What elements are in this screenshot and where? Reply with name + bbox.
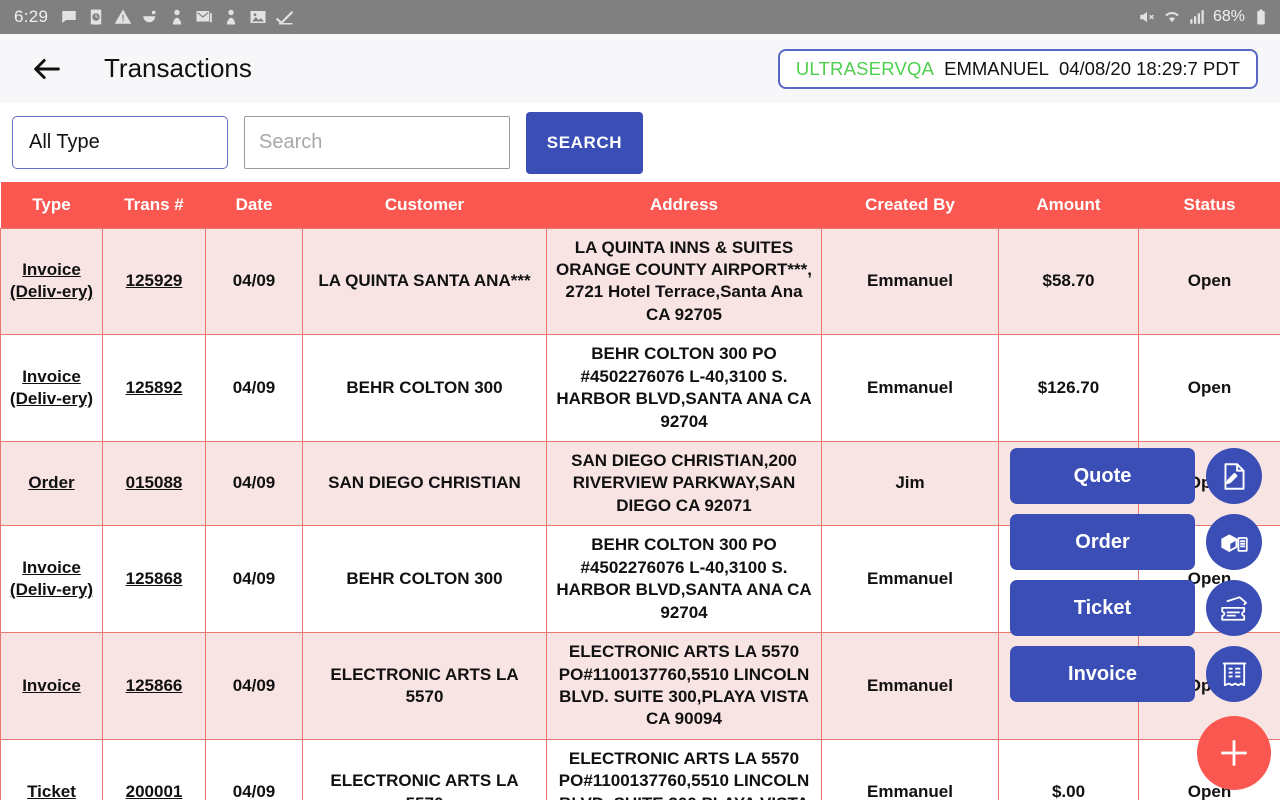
cell-created-by: Emmanuel <box>821 525 999 634</box>
cell-trans[interactable]: 125868 <box>126 569 183 588</box>
wifi-icon <box>1165 12 1179 23</box>
fab-label-ticket[interactable]: Ticket <box>1010 580 1195 636</box>
cell-customer: ELECTRONIC ARTS LA 5570 <box>302 738 547 800</box>
android-status-bar: 6:29 68% <box>0 0 1280 34</box>
column-header-customer[interactable]: Customer <box>302 182 547 228</box>
column-header-trans[interactable]: Trans # <box>102 182 206 228</box>
column-header-date[interactable]: Date <box>205 182 303 228</box>
document-pen-icon[interactable] <box>1206 448 1262 504</box>
cell-address: ELECTRONIC ARTS LA 5570 PO#1100137760,55… <box>546 632 822 740</box>
session-badge[interactable]: ULTRASERVQA EMMANUEL 04/08/20 18:29:7 PD… <box>777 48 1258 89</box>
cell-created-by: Jim <box>821 440 999 527</box>
cell-type[interactable]: Order <box>28 473 74 492</box>
cell-customer: LA QUINTA SANTA ANA*** <box>302 227 547 336</box>
cell-created-by: Emmanuel <box>821 227 999 336</box>
type-filter-value: All Type <box>29 131 100 153</box>
cell-amount: $126.70 <box>998 334 1139 442</box>
cell-trans[interactable]: 125866 <box>126 676 183 695</box>
app-bar: Transactions ULTRASERVQA EMMANUEL 04/08/… <box>0 34 1280 103</box>
cell-date: 04/09 <box>205 632 303 740</box>
cell-address: BEHR COLTON 300 PO #4502276076 L-40,3100… <box>546 334 822 442</box>
cell-status: Open <box>1138 227 1280 336</box>
cell-type[interactable]: Invoice (Deliv-ery) <box>10 367 93 408</box>
fab-item-quote[interactable]: Quote <box>1010 448 1262 504</box>
table-header: Type Trans # Date Customer Address Creat… <box>0 182 1280 228</box>
cell-date: 04/09 <box>205 525 303 634</box>
cell-amount: $58.70 <box>998 227 1139 336</box>
cell-type[interactable]: Invoice <box>22 676 81 695</box>
cell-date: 04/09 <box>205 227 303 336</box>
cell-date: 04/09 <box>205 738 303 800</box>
column-header-created-by[interactable]: Created By <box>821 182 999 228</box>
fab-item-order[interactable]: Order <box>1010 514 1262 570</box>
table-header-row: Type Trans # Date Customer Address Creat… <box>0 182 1280 228</box>
type-filter-select[interactable]: All Type <box>12 116 228 169</box>
cell-address: BEHR COLTON 300 PO #4502276076 L-40,3100… <box>546 525 822 634</box>
fab-item-invoice[interactable]: Invoice <box>1010 646 1262 702</box>
column-header-type[interactable]: Type <box>0 182 103 228</box>
cell-created-by: Emmanuel <box>821 334 999 442</box>
cell-customer: BEHR COLTON 300 <box>302 525 547 634</box>
warning-icon <box>115 9 132 24</box>
cell-address: LA QUINTA INNS & SUITES ORANGE COUNTY AI… <box>546 227 822 336</box>
cell-trans[interactable]: 125892 <box>126 378 183 397</box>
session-company: ULTRASERVQA <box>795 57 935 79</box>
boxes-icon[interactable] <box>1206 514 1262 570</box>
status-notification-icons <box>60 8 294 26</box>
cell-trans[interactable]: 015088 <box>126 473 183 492</box>
cell-address: SAN DIEGO CHRISTIAN,200 RIVERVIEW PARKWA… <box>546 440 822 527</box>
cell-status: Open <box>1138 334 1280 442</box>
cell-type[interactable]: Ticket <box>27 782 76 800</box>
cell-customer: BEHR COLTON 300 <box>302 334 547 442</box>
message-icon <box>62 11 77 23</box>
session-timestamp: 04/08/20 18:29:7 PDT <box>1058 57 1240 79</box>
app-root: 6:29 68% Transactions ULTRASERVQA EMMANU… <box>0 0 1280 800</box>
battery-icon <box>1257 9 1265 25</box>
cell-customer: SAN DIEGO CHRISTIAN <box>302 440 547 527</box>
cell-type[interactable]: Invoice (Deliv-ery) <box>10 558 93 599</box>
contact-icon <box>227 9 236 25</box>
alarm-icon <box>91 9 102 25</box>
signal-icon <box>1190 10 1204 24</box>
cell-type[interactable]: Invoice (Deliv-ery) <box>10 260 93 301</box>
mail-icon <box>196 11 213 23</box>
session-user: EMMANUEL <box>944 57 1049 79</box>
contact-icon <box>173 9 182 25</box>
fab-speed-dial: Quote Order Ticket Invoice <box>1010 448 1271 790</box>
receipt-icon[interactable] <box>1206 646 1262 702</box>
transactions-table-container: Type Trans # Date Customer Address Creat… <box>0 182 1280 800</box>
mute-icon <box>1140 11 1154 23</box>
add-transaction-fab[interactable] <box>1197 716 1271 790</box>
food-icon <box>143 10 156 23</box>
column-header-address[interactable]: Address <box>546 182 822 228</box>
back-arrow-icon[interactable] <box>30 52 64 86</box>
fab-label-order[interactable]: Order <box>1010 514 1195 570</box>
cell-address: ELECTRONIC ARTS LA 5570 PO#1100137760,55… <box>546 738 822 800</box>
column-header-status[interactable]: Status <box>1138 182 1280 228</box>
table-row[interactable]: Invoice (Deliv-ery) 125892 04/09 BEHR CO… <box>0 334 1280 442</box>
cell-created-by: Emmanuel <box>821 738 999 800</box>
cell-date: 04/09 <box>205 440 303 527</box>
tickets-icon[interactable] <box>1206 580 1262 636</box>
cell-trans[interactable]: 200001 <box>126 782 183 800</box>
search-button[interactable]: SEARCH <box>526 111 643 174</box>
column-header-amount[interactable]: Amount <box>998 182 1139 228</box>
fab-item-ticket[interactable]: Ticket <box>1010 580 1262 636</box>
check-icon <box>276 11 294 25</box>
status-clock: 6:29 <box>14 7 49 26</box>
cell-date: 04/09 <box>205 334 303 442</box>
page-title: Transactions <box>104 53 252 83</box>
cell-created-by: Emmanuel <box>821 632 999 740</box>
table-row[interactable]: Invoice (Deliv-ery) 125929 04/09 LA QUIN… <box>0 227 1280 336</box>
search-input[interactable] <box>244 116 510 169</box>
cell-customer: ELECTRONIC ARTS LA 5570 <box>302 632 547 740</box>
status-system-icons: 68% <box>1138 8 1270 26</box>
filter-bar: All Type SEARCH <box>0 103 1280 182</box>
photo-icon <box>250 11 266 23</box>
fab-label-quote[interactable]: Quote <box>1010 448 1195 504</box>
fab-label-invoice[interactable]: Invoice <box>1010 646 1195 702</box>
battery-percent: 68% <box>1212 8 1245 25</box>
plus-icon <box>1221 740 1247 766</box>
cell-trans[interactable]: 125929 <box>126 271 183 290</box>
